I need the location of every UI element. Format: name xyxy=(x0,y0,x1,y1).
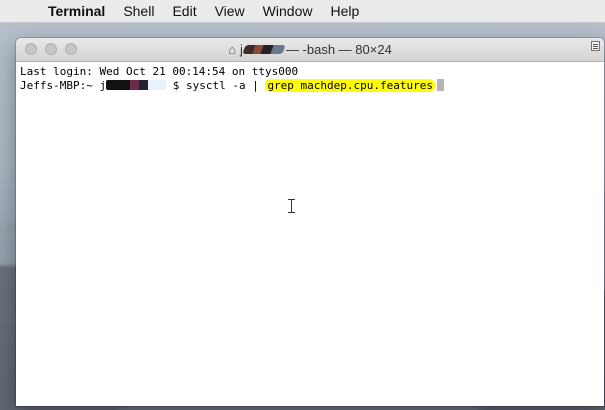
menu-view[interactable]: View xyxy=(206,0,254,22)
ibeam-cursor-icon xyxy=(288,199,296,213)
command-text: $ sysctl -a | xyxy=(172,79,266,92)
menu-window[interactable]: Window xyxy=(254,0,322,22)
menu-help[interactable]: Help xyxy=(321,0,368,22)
redacted-username xyxy=(106,80,167,90)
prompt-line: Jeffs-MBP:~ j $ sysctl -a | grep machdep… xyxy=(20,79,600,93)
menu-edit[interactable]: Edit xyxy=(163,0,205,22)
terminal-content[interactable]: Last login: Wed Oct 21 00:14:54 on ttys0… xyxy=(16,62,604,406)
redacted-username xyxy=(242,45,286,54)
title-user-initial: j xyxy=(240,42,243,57)
highlighted-command: grep machdep.cpu.features xyxy=(265,79,436,92)
window-title: ⌂ j — -bash — 80×24 xyxy=(16,38,604,61)
home-icon: ⌂ xyxy=(228,42,237,57)
split-pane-icon[interactable] xyxy=(591,41,600,51)
title-text: — -bash — 80×24 xyxy=(285,42,392,57)
terminal-window: ⌂ j — -bash — 80×24 Last login: Wed Oct … xyxy=(16,38,604,406)
window-titlebar[interactable]: ⌂ j — -bash — 80×24 xyxy=(16,38,604,62)
last-login-line: Last login: Wed Oct 21 00:14:54 on ttys0… xyxy=(20,65,299,78)
text-cursor xyxy=(437,79,445,91)
menu-app-terminal[interactable]: Terminal xyxy=(40,0,114,22)
prompt-prefix: Jeffs-MBP:~ j xyxy=(20,79,107,92)
menu-shell[interactable]: Shell xyxy=(114,0,163,22)
menu-bar: Terminal Shell Edit View Window Help xyxy=(0,0,605,23)
